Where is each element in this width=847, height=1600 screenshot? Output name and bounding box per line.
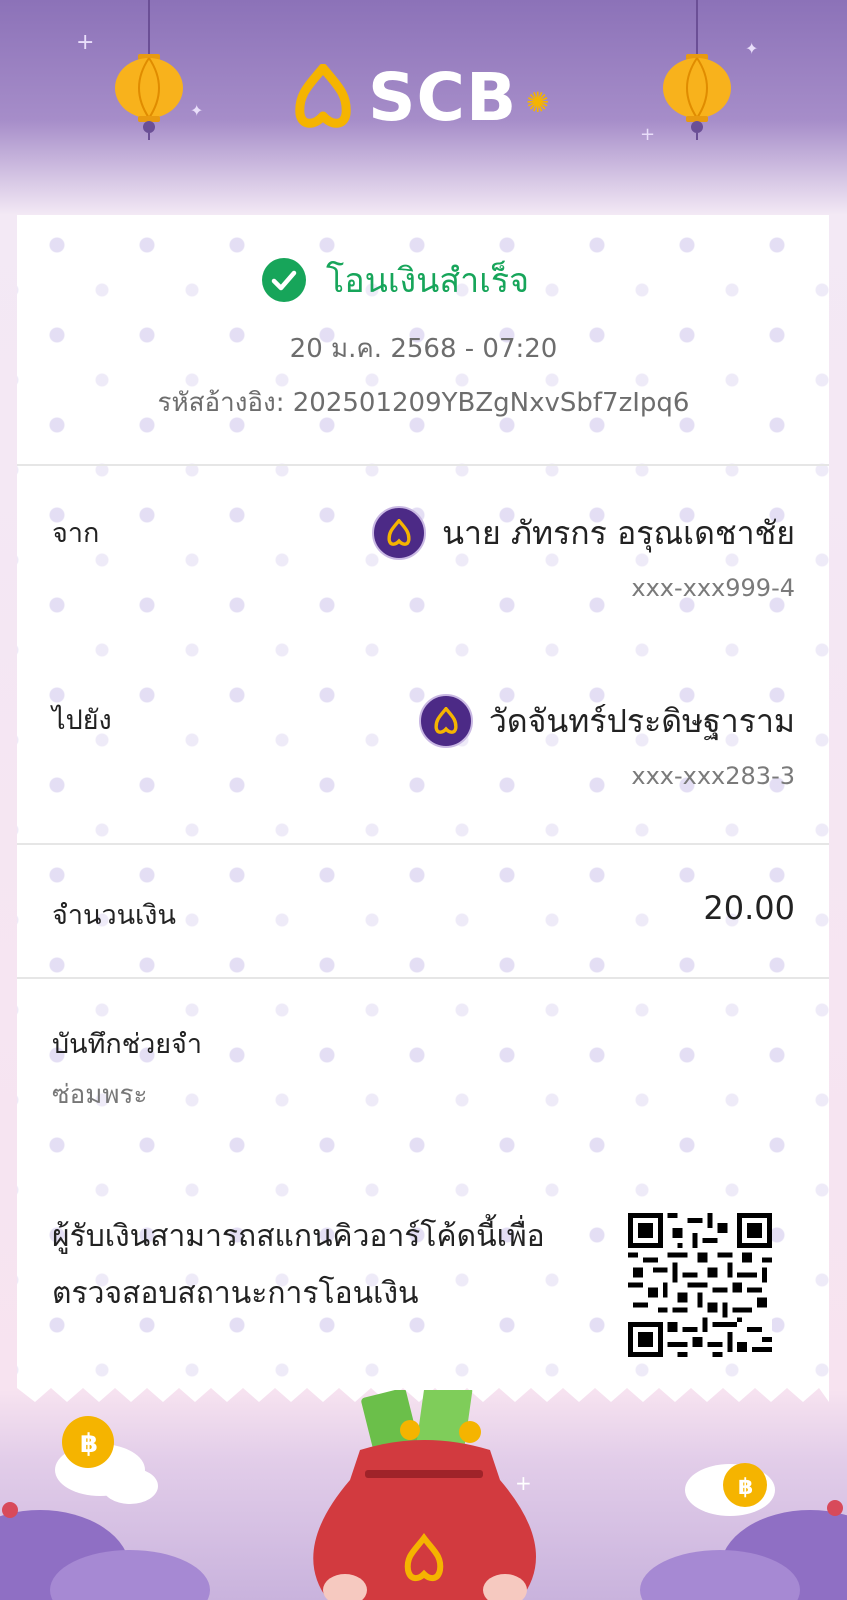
to-account: xxx-xxx283-3 [631,762,795,790]
from-name: นาย ภัทรกร อรุณเดชาชัย [442,513,795,552]
divider [17,977,829,979]
reference-label: รหัสอ้างอิง: [157,388,285,418]
sparkle-icon: ✦ [190,101,204,120]
from-label: จาก [52,518,100,549]
bottom-illustration: ฿ ฿ + [0,1390,847,1600]
svg-text:฿: ฿ [738,1475,753,1500]
memo-label: บันทึกช่วยจำ [52,1029,203,1060]
sparkle-icon: ✦ [745,39,759,58]
divider [17,464,829,466]
sparkle-icon: ✺ [526,86,550,119]
check-circle-icon [262,258,306,302]
memo-value: ซ่อมพระ [52,1080,148,1110]
receipt-header: + ✦ ✦ + SCB ✺ [0,0,847,215]
divider [17,843,829,845]
transfer-status: โอนเงินสำเร็จ [262,258,529,302]
amount-label: จำนวนเงิน [52,900,176,931]
lantern-icon [663,0,731,140]
status-title: โอนเงินสำเร็จ [326,261,530,301]
money-bag-icon [313,1390,536,1600]
from-party: นาย ภัทรกร อรุณเดชาชัย [372,506,795,560]
sparkle-icon: + [640,124,656,145]
to-party: วัดจันทร์ประดิษฐาราม [418,694,795,748]
qr-code[interactable] [628,1213,772,1357]
qr-instruction-line: ตรวจสอบสถานะการโอนเงิน [52,1276,419,1311]
scb-bank-icon [418,694,473,748]
from-account: xxx-xxx999-4 [631,574,795,602]
to-name: วัดจันทร์ประดิษฐาราม [488,701,795,740]
reference-number: รหัสอ้างอิง: 202501209YBZgNxvSbf7zIpq6 [0,382,847,423]
transaction-datetime: 20 ม.ค. 2568 - 07:20 [289,334,558,364]
scb-bell-logo-icon [295,64,351,128]
svg-text:+: + [515,1471,532,1495]
to-label: ไปยัง [52,705,112,736]
qr-instruction: ผู้รับเงินสามารถสแกนคิวอาร์โค้ดนี้เพื่อ … [52,1208,592,1322]
scb-bank-icon [372,506,427,560]
scb-logo: SCB ✺ [290,60,560,136]
sparkle-icon: + [76,30,95,55]
reference-value: 202501209YBZgNxvSbf7zIpq6 [292,388,690,418]
brand-name: SCB [368,59,518,136]
qr-instruction-line: ผู้รับเงินสามารถสแกนคิวอาร์โค้ดนี้เพื่อ [52,1219,545,1254]
svg-text:฿: ฿ [80,1429,98,1459]
amount-value: 20.00 [703,889,795,927]
lantern-icon [115,0,183,140]
